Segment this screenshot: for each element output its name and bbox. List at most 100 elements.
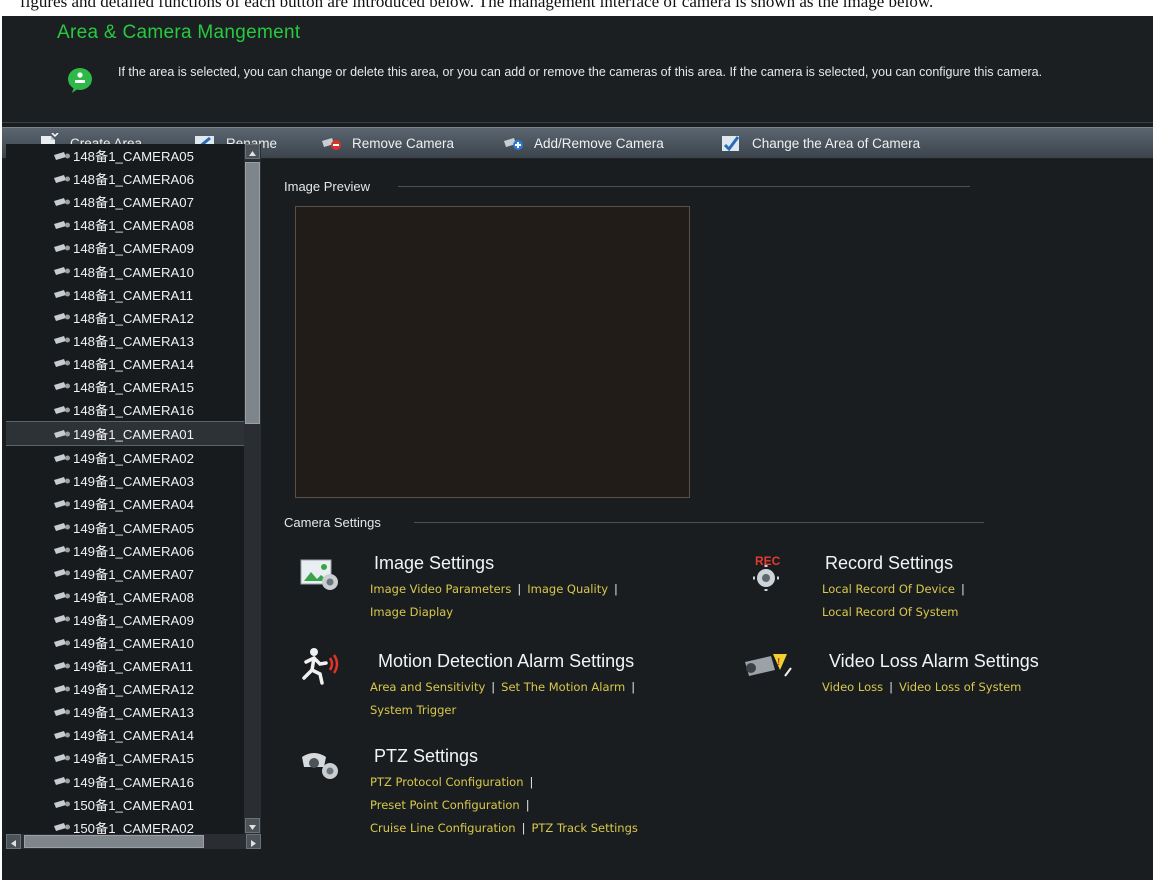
tree-item[interactable]: 148备1_CAMERA13 — [6, 329, 244, 352]
tree-item[interactable]: 149备1_CAMERA04 — [6, 492, 244, 515]
camera-icon — [54, 523, 70, 532]
camera-icon — [54, 359, 70, 368]
tree-item[interactable]: 149备1_CAMERA01 — [6, 421, 244, 447]
image-quality-link[interactable]: Image Quality — [527, 582, 608, 596]
link-separator: | — [525, 798, 530, 812]
video-loss-link[interactable]: Video Loss — [822, 680, 883, 694]
system-trigger-link[interactable]: System Trigger — [370, 703, 456, 717]
tree-item-label: 149备1_CAMERA05 — [73, 520, 194, 536]
tree-item[interactable]: 148备1_CAMERA06 — [6, 167, 244, 190]
tree-item[interactable]: 149备1_CAMERA09 — [6, 608, 244, 631]
tree-item-label: 148备1_CAMERA06 — [73, 172, 194, 188]
preset-point-link[interactable]: Preset Point Configuration — [370, 798, 520, 812]
tree-item[interactable]: 149备1_CAMERA10 — [6, 631, 244, 654]
tree-item[interactable]: 149备1_CAMERA16 — [6, 770, 244, 793]
camera-icon — [54, 267, 70, 276]
header: Area & Camera Mangement If the area is s… — [2, 16, 1153, 123]
tree-item[interactable]: 149备1_CAMERA13 — [6, 700, 244, 723]
scroll-thumb[interactable] — [245, 162, 260, 424]
camera-icon — [54, 730, 70, 739]
arrow-down-icon — [249, 825, 256, 830]
tree-item[interactable]: 150备1_CAMERA01 — [6, 793, 244, 816]
tree-item[interactable]: 149备1_CAMERA12 — [6, 677, 244, 700]
remove-camera-icon — [322, 138, 341, 150]
motion-alarm-icon — [302, 648, 339, 685]
ptz-settings-links: PTZ Protocol Configuration | Preset Point… — [370, 771, 638, 840]
video-loss-title[interactable]: Video Loss Alarm Settings — [829, 651, 1039, 672]
change-area-button[interactable]: Change the Area of Camera — [720, 132, 920, 154]
tree-item[interactable]: 149备1_CAMERA02 — [6, 446, 244, 469]
tree-item[interactable]: 149备1_CAMERA03 — [6, 469, 244, 492]
set-motion-alarm-link[interactable]: Set The Motion Alarm — [501, 680, 625, 694]
tree-item-label: 148备1_CAMERA14 — [73, 356, 194, 372]
tree-item[interactable]: 148备1_CAMERA05 — [6, 144, 244, 167]
camera-icon — [54, 382, 70, 391]
local-record-system-link[interactable]: Local Record Of System — [822, 605, 959, 619]
tree-item[interactable]: 148备1_CAMERA12 — [6, 306, 244, 329]
camera-icon — [54, 661, 70, 670]
ptz-protocol-link[interactable]: PTZ Protocol Configuration — [370, 775, 523, 789]
tree-item[interactable]: 149备1_CAMERA05 — [6, 516, 244, 539]
tree-item-label: 149备1_CAMERA07 — [73, 566, 194, 582]
record-settings-title[interactable]: Record Settings — [825, 553, 953, 574]
tree-horizontal-scrollbar[interactable] — [6, 834, 261, 849]
image-settings-title[interactable]: Image Settings — [374, 553, 494, 574]
tree-item[interactable]: 148备1_CAMERA15 — [6, 375, 244, 398]
tree-item-label: 148备1_CAMERA08 — [73, 218, 194, 234]
tree-item[interactable]: 149备1_CAMERA07 — [6, 562, 244, 585]
ptz-camera-icon — [302, 753, 338, 779]
tree-item[interactable]: 148备1_CAMERA08 — [6, 213, 244, 236]
record-settings-icon: REC — [753, 554, 781, 591]
change-area-label: Change the Area of Camera — [752, 135, 921, 151]
link-separator: | — [960, 582, 965, 596]
video-loss-system-link[interactable]: Video Loss of System — [899, 680, 1021, 694]
tree-item[interactable]: 149备1_CAMERA08 — [6, 585, 244, 608]
camera-icon — [54, 684, 70, 693]
scroll-up-arrow[interactable] — [245, 144, 260, 159]
video-loss-links: Video Loss | Video Loss of System — [822, 676, 1021, 699]
ptz-track-link[interactable]: PTZ Track Settings — [531, 821, 637, 835]
ptz-settings-title[interactable]: PTZ Settings — [374, 746, 478, 767]
scroll-down-arrow[interactable] — [245, 818, 260, 833]
tree-item[interactable]: 148备1_CAMERA07 — [6, 190, 244, 213]
tree-item[interactable]: 149备1_CAMERA06 — [6, 539, 244, 562]
image-video-parameters-link[interactable]: Image Video Parameters — [370, 582, 511, 596]
tree-vertical-scrollbar[interactable] — [244, 144, 261, 834]
local-record-device-link[interactable]: Local Record Of Device — [822, 582, 955, 596]
camera-settings-label: Camera Settings — [284, 515, 381, 530]
horizontal-scroll-thumb[interactable] — [24, 835, 204, 848]
tree-item-label: 148备1_CAMERA10 — [73, 264, 194, 280]
tree-item-label: 149备1_CAMERA10 — [73, 636, 194, 652]
cruise-line-link[interactable]: Cruise Line Configuration — [370, 821, 516, 835]
scroll-right-arrow[interactable] — [246, 834, 261, 849]
tree-item[interactable]: 149备1_CAMERA11 — [6, 654, 244, 677]
tree-item[interactable]: 150备1_CAMERA02 — [6, 816, 244, 834]
arrow-up-icon — [249, 151, 256, 156]
add-remove-camera-button[interactable]: Add/Remove Camera — [502, 132, 664, 154]
tree-item[interactable]: 148备1_CAMERA09 — [6, 236, 244, 259]
warning-mark: ! — [777, 657, 780, 668]
area-sensitivity-link[interactable]: Area and Sensitivity — [370, 680, 485, 694]
scroll-left-arrow[interactable] — [6, 834, 21, 849]
remove-camera-button[interactable]: Remove Camera — [320, 132, 454, 154]
image-settings-icon — [300, 559, 338, 590]
tree-item[interactable]: 148备1_CAMERA10 — [6, 259, 244, 282]
link-separator: | — [491, 680, 496, 694]
arrow-right-icon — [251, 840, 256, 847]
add-remove-camera-label: Add/Remove Camera — [534, 135, 664, 151]
camera-icon — [54, 336, 70, 345]
tree-item[interactable]: 149备1_CAMERA14 — [6, 723, 244, 746]
motion-detection-title[interactable]: Motion Detection Alarm Settings — [378, 651, 634, 672]
tree-item-label: 148备1_CAMERA09 — [73, 241, 194, 257]
tree-item[interactable]: 148备1_CAMERA14 — [6, 352, 244, 375]
tree-item[interactable]: 148备1_CAMERA16 — [6, 398, 244, 421]
camera-tree[interactable]: 148备1_CAMERA05 148备1_CAMERA06 148备1_CAMERA… — [6, 144, 244, 834]
arrow-left-icon — [11, 840, 16, 847]
info-bubble-icon — [68, 68, 92, 93]
camera-icon — [54, 476, 70, 485]
tree-item[interactable]: 149备1_CAMERA15 — [6, 746, 244, 769]
tree-item-label: 149备1_CAMERA09 — [73, 612, 194, 628]
tree-item[interactable]: 148备1_CAMERA11 — [6, 283, 244, 306]
image-display-link[interactable]: Image Diaplay — [370, 605, 453, 619]
camera-icon — [54, 220, 70, 229]
